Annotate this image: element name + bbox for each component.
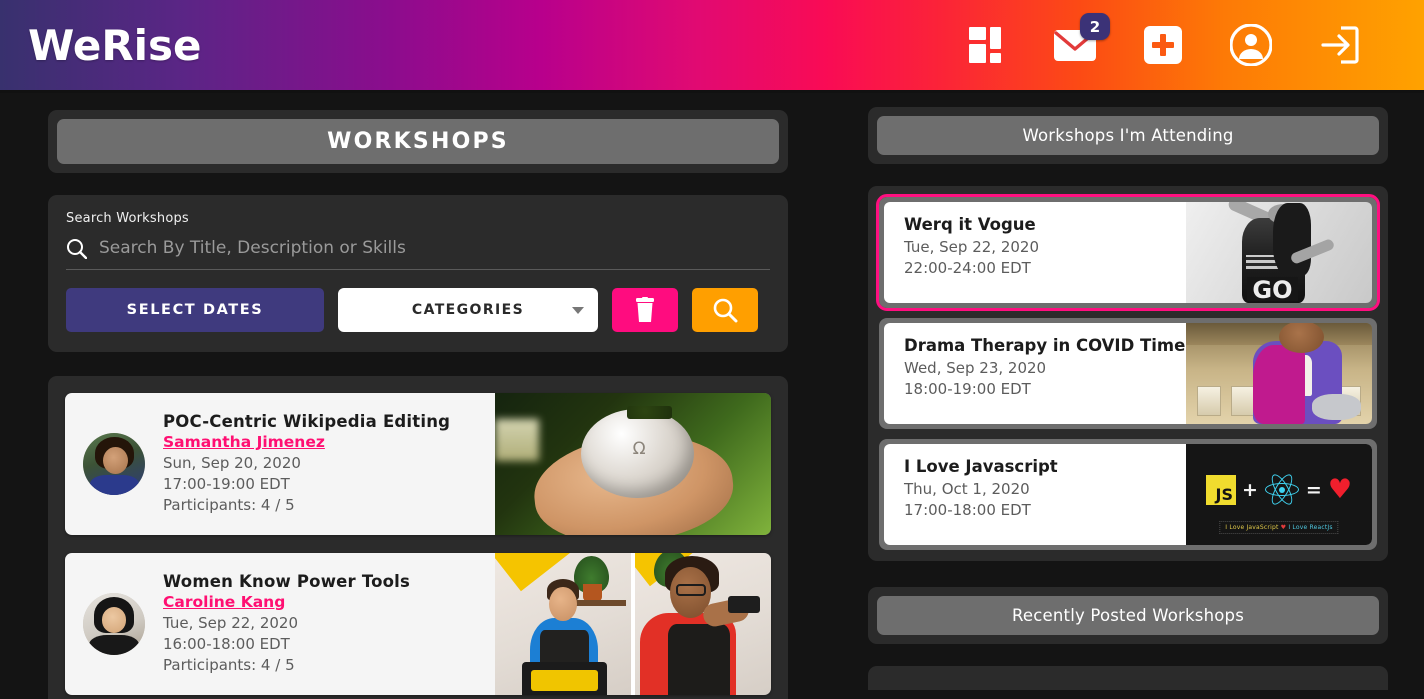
- workshop-time: 17:00-19:00 EDT: [163, 474, 290, 493]
- attending-title[interactable]: Workshops I'm Attending: [877, 116, 1379, 155]
- workshop-text: Women Know Power Tools Caroline Kang Tue…: [163, 572, 410, 677]
- js-caption: I Love JavaScript ♥ I Love ReactJs: [1219, 521, 1339, 534]
- js-logo: JS: [1205, 474, 1236, 505]
- attending-time: 18:00-19:00 EDT: [904, 380, 1031, 399]
- page-body: WORKSHOPS Search Workshops SELECT DATES …: [0, 93, 1424, 699]
- dashboard-icon[interactable]: [964, 22, 1010, 68]
- attending-card-wrapper[interactable]: I Love Javascript Thu, Oct 1, 2020 17:00…: [879, 439, 1377, 550]
- avatar: [83, 593, 145, 655]
- workshop-date: Tue, Sep 22, 2020: [163, 613, 298, 632]
- recent-title-panel: Recently Posted Workshops: [868, 587, 1388, 644]
- workshop-host-link[interactable]: Caroline Kang: [163, 593, 410, 611]
- js-caption-react: I Love ReactJs: [1288, 524, 1333, 531]
- search-button[interactable]: [692, 288, 758, 332]
- attending-list: Werq it Vogue Tue, Sep 22, 2020 22:00-24…: [868, 186, 1388, 561]
- search-icon: [67, 238, 87, 259]
- workshop-text: POC-Centric Wikipedia Editing Samantha J…: [163, 412, 450, 517]
- workshop-host-link[interactable]: Samantha Jimenez: [163, 433, 450, 451]
- mail-icon[interactable]: 2: [1052, 13, 1110, 68]
- select-dates-button[interactable]: SELECT DATES: [66, 288, 324, 332]
- logout-icon[interactable]: [1316, 22, 1362, 68]
- page-title: WORKSHOPS: [57, 119, 779, 164]
- recent-list-panel: [868, 666, 1388, 690]
- js-caption-heart: ♥: [1280, 524, 1287, 531]
- attending-date: Thu, Oct 1, 2020: [904, 480, 1030, 498]
- attending-image: JS + = ♥ I Love JavaScript ♥ I Love Reac…: [1186, 444, 1372, 545]
- clear-filters-button[interactable]: [612, 288, 678, 332]
- js-caption-js: I Love JavaScript: [1225, 524, 1279, 531]
- heart-icon: ♥: [1327, 474, 1353, 505]
- chevron-down-icon: [572, 306, 584, 314]
- workshop-card-info: Women Know Power Tools Caroline Kang Tue…: [65, 553, 495, 695]
- attending-card-info: Werq it Vogue Tue, Sep 22, 2020 22:00-24…: [884, 202, 1186, 303]
- search-label: Search Workshops: [66, 211, 189, 226]
- sidebar-column: Workshops I'm Attending Werq it Vogue Tu…: [836, 93, 1424, 690]
- workshop-date: Sun, Sep 20, 2020: [163, 453, 301, 472]
- workshop-participants: Participants: 4 / 5: [163, 656, 295, 675]
- attending-title-text: Werq it Vogue: [904, 215, 1036, 234]
- react-logo-icon: [1264, 471, 1300, 508]
- workshop-image: [495, 393, 771, 535]
- trash-icon: [636, 297, 654, 322]
- app-logo[interactable]: WeRise: [28, 21, 202, 70]
- search-panel: Search Workshops SELECT DATES CATEGORIES: [48, 195, 788, 352]
- plus-icon[interactable]: [1140, 22, 1186, 68]
- attending-image: [1186, 323, 1372, 424]
- plus-sign: +: [1241, 478, 1258, 501]
- workshop-title: POC-Centric Wikipedia Editing: [163, 411, 451, 431]
- attending-card[interactable]: Drama Therapy in COVID Times Wed, Sep 23…: [884, 323, 1372, 424]
- categories-select-label: CATEGORIES: [411, 302, 525, 318]
- categories-select[interactable]: CATEGORIES: [338, 288, 598, 332]
- page-title-panel: WORKSHOPS: [48, 110, 788, 173]
- attending-title-panel: Workshops I'm Attending: [868, 107, 1388, 164]
- app-header: WeRise 2: [0, 0, 1424, 93]
- workshop-time: 16:00-18:00 EDT: [163, 634, 290, 653]
- workshop-card[interactable]: POC-Centric Wikipedia Editing Samantha J…: [65, 393, 771, 535]
- attending-card-wrapper[interactable]: Drama Therapy in COVID Times Wed, Sep 23…: [879, 318, 1377, 429]
- workshop-image: [495, 553, 771, 695]
- search-row: [66, 236, 770, 270]
- attending-card[interactable]: I Love Javascript Thu, Oct 1, 2020 17:00…: [884, 444, 1372, 545]
- workshop-participants: Participants: 4 / 5: [163, 496, 295, 515]
- equals-sign: =: [1305, 478, 1322, 501]
- search-go-icon: [713, 298, 738, 323]
- account-icon[interactable]: [1228, 22, 1274, 68]
- search-input[interactable]: [99, 236, 770, 260]
- mail-badge: 2: [1080, 13, 1110, 40]
- js-react-graphic: JS + = ♥: [1205, 471, 1353, 508]
- main-column: WORKSHOPS Search Workshops SELECT DATES …: [0, 93, 836, 699]
- attending-title-text: Drama Therapy in COVID Times: [904, 336, 1196, 355]
- attending-time: 22:00-24:00 EDT: [904, 259, 1031, 278]
- attending-card-info: I Love Javascript Thu, Oct 1, 2020 17:00…: [884, 444, 1186, 545]
- attending-card[interactable]: Werq it Vogue Tue, Sep 22, 2020 22:00-24…: [884, 202, 1372, 303]
- filter-controls: SELECT DATES CATEGORIES: [66, 288, 770, 332]
- recent-title[interactable]: Recently Posted Workshops: [877, 596, 1379, 635]
- workshop-title: Women Know Power Tools: [163, 571, 411, 591]
- header-nav: 2: [964, 13, 1384, 68]
- attending-title-text: I Love Javascript: [904, 457, 1058, 476]
- attending-card-wrapper[interactable]: Werq it Vogue Tue, Sep 22, 2020 22:00-24…: [876, 194, 1380, 311]
- attending-card-info: Drama Therapy in COVID Times Wed, Sep 23…: [884, 323, 1196, 424]
- avatar: [83, 433, 145, 495]
- workshop-card-info: POC-Centric Wikipedia Editing Samantha J…: [65, 393, 495, 535]
- vogue-word: GO: [1247, 276, 1298, 301]
- attending-date: Tue, Sep 22, 2020: [904, 238, 1039, 256]
- attending-date: Wed, Sep 23, 2020: [904, 359, 1047, 377]
- attending-time: 17:00-18:00 EDT: [904, 501, 1031, 520]
- workshop-list: POC-Centric Wikipedia Editing Samantha J…: [48, 376, 788, 699]
- workshop-card[interactable]: Women Know Power Tools Caroline Kang Tue…: [65, 553, 771, 695]
- attending-image: GO: [1186, 202, 1372, 303]
